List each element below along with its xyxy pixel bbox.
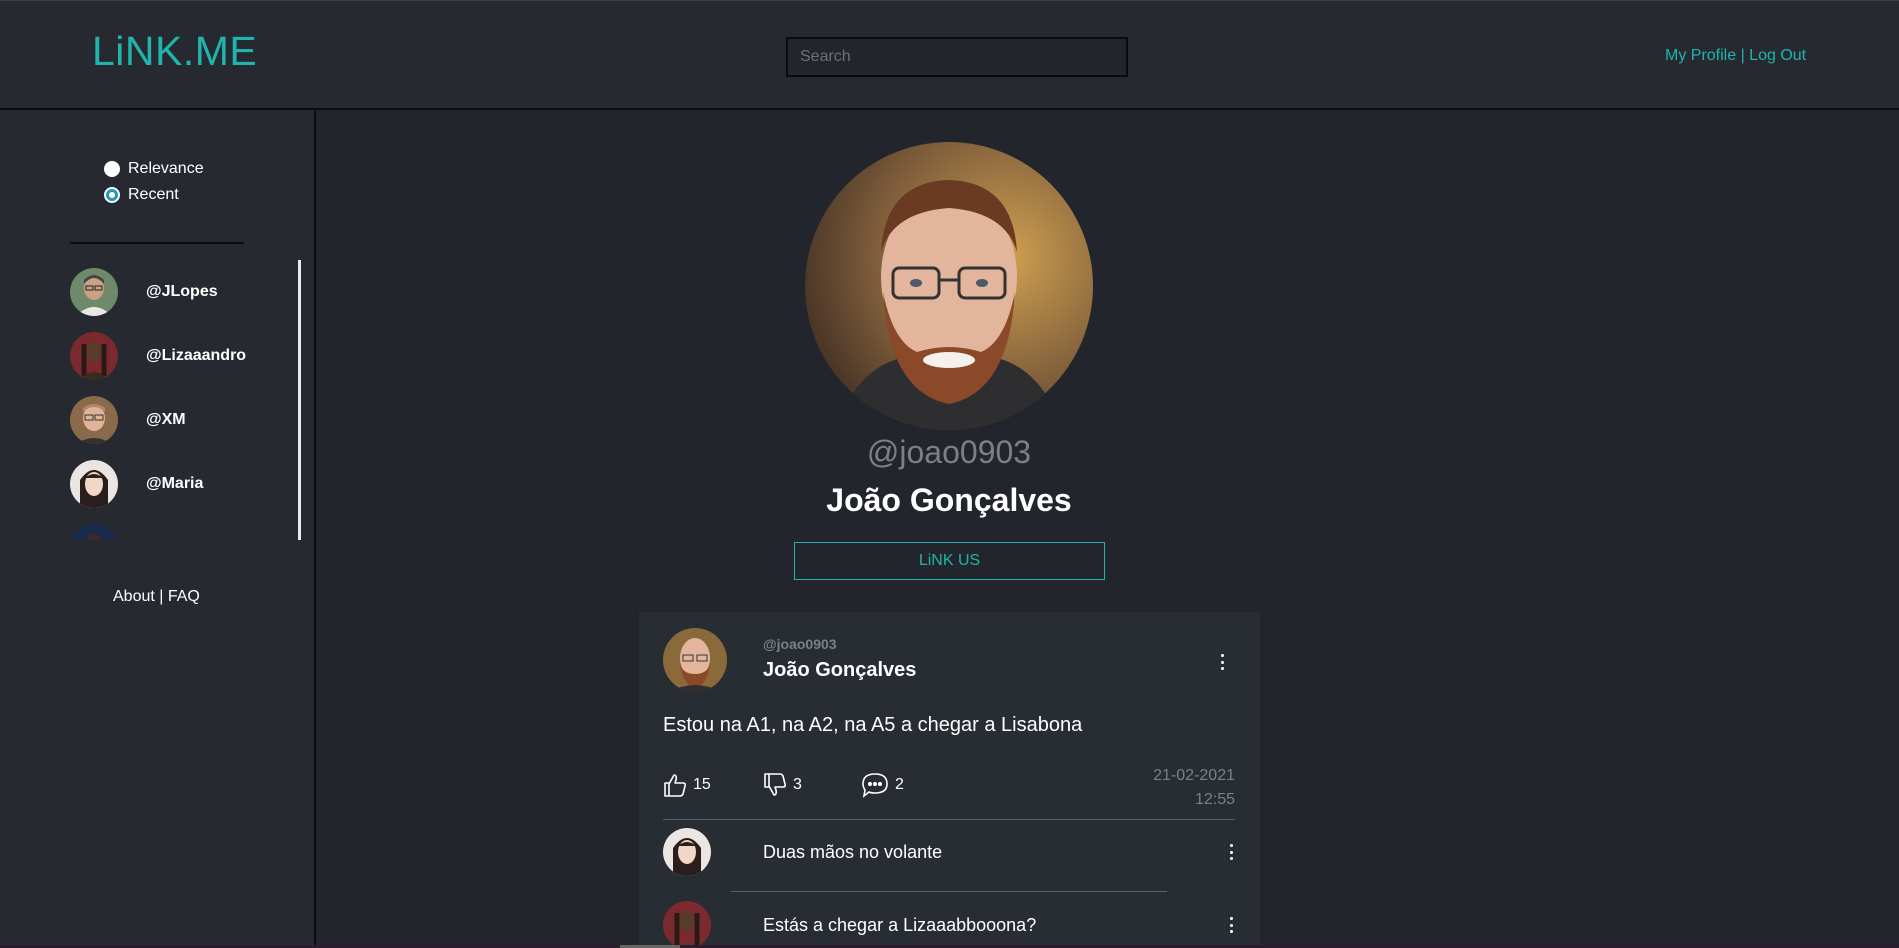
user-links: My Profile | Log Out <box>1665 47 1806 65</box>
thumbs-down-icon <box>764 773 787 796</box>
comment-text: Estás a chegar a Lizaaabbooona? <box>763 915 1037 935</box>
profile-name: João Gonçalves <box>826 482 1072 518</box>
avatar <box>70 396 118 444</box>
user-handle: @JLopes <box>146 283 218 300</box>
user-list-scrollbar[interactable] <box>298 260 301 540</box>
about-link[interactable]: About <box>113 588 155 605</box>
user-item-jlopes[interactable]: @JLopes <box>70 267 218 317</box>
post-timestamp: 21-02-2021 12:55 <box>1139 764 1235 812</box>
user-handle: @Maria <box>146 475 204 492</box>
user-handle: @Lizaaandro <box>146 347 247 364</box>
post-card: @joao0903 João Gonçalves Estou na A1, na… <box>639 612 1260 948</box>
comment-avatar[interactable] <box>663 901 711 948</box>
user-handle: @XM <box>146 411 186 428</box>
thumbs-up-icon <box>664 774 687 797</box>
sidebar-divider <box>70 242 244 244</box>
dislike-button[interactable]: 3 <box>763 772 802 798</box>
user-item-xm[interactable]: @XM <box>70 395 186 445</box>
my-profile-link[interactable]: My Profile <box>1665 47 1736 64</box>
comment-count: 2 <box>895 776 904 793</box>
dislike-count: 3 <box>793 776 802 793</box>
post-divider <box>663 819 1235 820</box>
comment-divider <box>731 891 1167 892</box>
comment-icon <box>862 773 888 798</box>
comment-text: Duas mãos no volante <box>763 842 943 862</box>
logo[interactable]: LiNK.ME <box>92 28 257 75</box>
avatar <box>70 524 118 540</box>
recent-radio[interactable] <box>104 187 120 203</box>
like-button[interactable]: 15 <box>663 772 711 798</box>
post-date: 21-02-2021 <box>1153 767 1235 784</box>
user-item-lizaaandro[interactable]: @Lizaaandro <box>70 331 246 381</box>
profile-handle: @joao0903 <box>866 434 1032 470</box>
recent-label: Recent <box>128 186 179 203</box>
search-input[interactable] <box>786 37 1128 77</box>
footer-separator: | <box>154 588 168 605</box>
sidebar: Relevance Recent @JLopes @Lizaaandro @XM <box>0 110 316 948</box>
relevance-label: Relevance <box>128 160 204 177</box>
post-menu-icon[interactable] <box>1216 654 1228 670</box>
post-author-avatar[interactable] <box>663 628 727 692</box>
footer-links: About | FAQ <box>113 588 200 606</box>
user-item-partial[interactable] <box>70 523 146 540</box>
log-out-link[interactable]: Log Out <box>1749 47 1806 64</box>
post-time: 12:55 <box>1194 791 1235 808</box>
like-count: 15 <box>693 776 711 793</box>
comment-menu-icon[interactable] <box>1225 844 1237 860</box>
comment-item: Duas mãos no volante <box>663 828 1235 878</box>
top-navbar: LiNK.ME My Profile | Log Out <box>0 0 1899 110</box>
comment-menu-icon[interactable] <box>1225 917 1237 933</box>
comment-item: Estás a chegar a Lizaaabbooona? <box>663 901 1235 948</box>
link-separator: | <box>1736 47 1750 64</box>
avatar <box>70 332 118 380</box>
relevance-radio[interactable] <box>104 161 120 177</box>
post-author-handle[interactable]: @joao0903 <box>763 636 837 652</box>
sort-relevance-option[interactable]: Relevance <box>104 160 204 178</box>
profile-avatar <box>805 142 1093 430</box>
comment-avatar[interactable] <box>663 828 711 876</box>
post-text: Estou na A1, na A2, na A5 a chegar a Lis… <box>663 714 1083 736</box>
avatar <box>70 268 118 316</box>
sort-recent-option[interactable]: Recent <box>104 186 179 204</box>
post-author-name[interactable]: João Gonçalves <box>763 659 916 682</box>
user-item-maria[interactable]: @Maria <box>70 459 203 509</box>
user-list: @JLopes @Lizaaandro @XM @Maria <box>0 260 300 540</box>
comment-button[interactable]: 2 <box>861 772 904 798</box>
faq-link[interactable]: FAQ <box>168 588 200 605</box>
link-us-button[interactable]: LiNK US <box>794 542 1105 580</box>
avatar <box>70 460 118 508</box>
